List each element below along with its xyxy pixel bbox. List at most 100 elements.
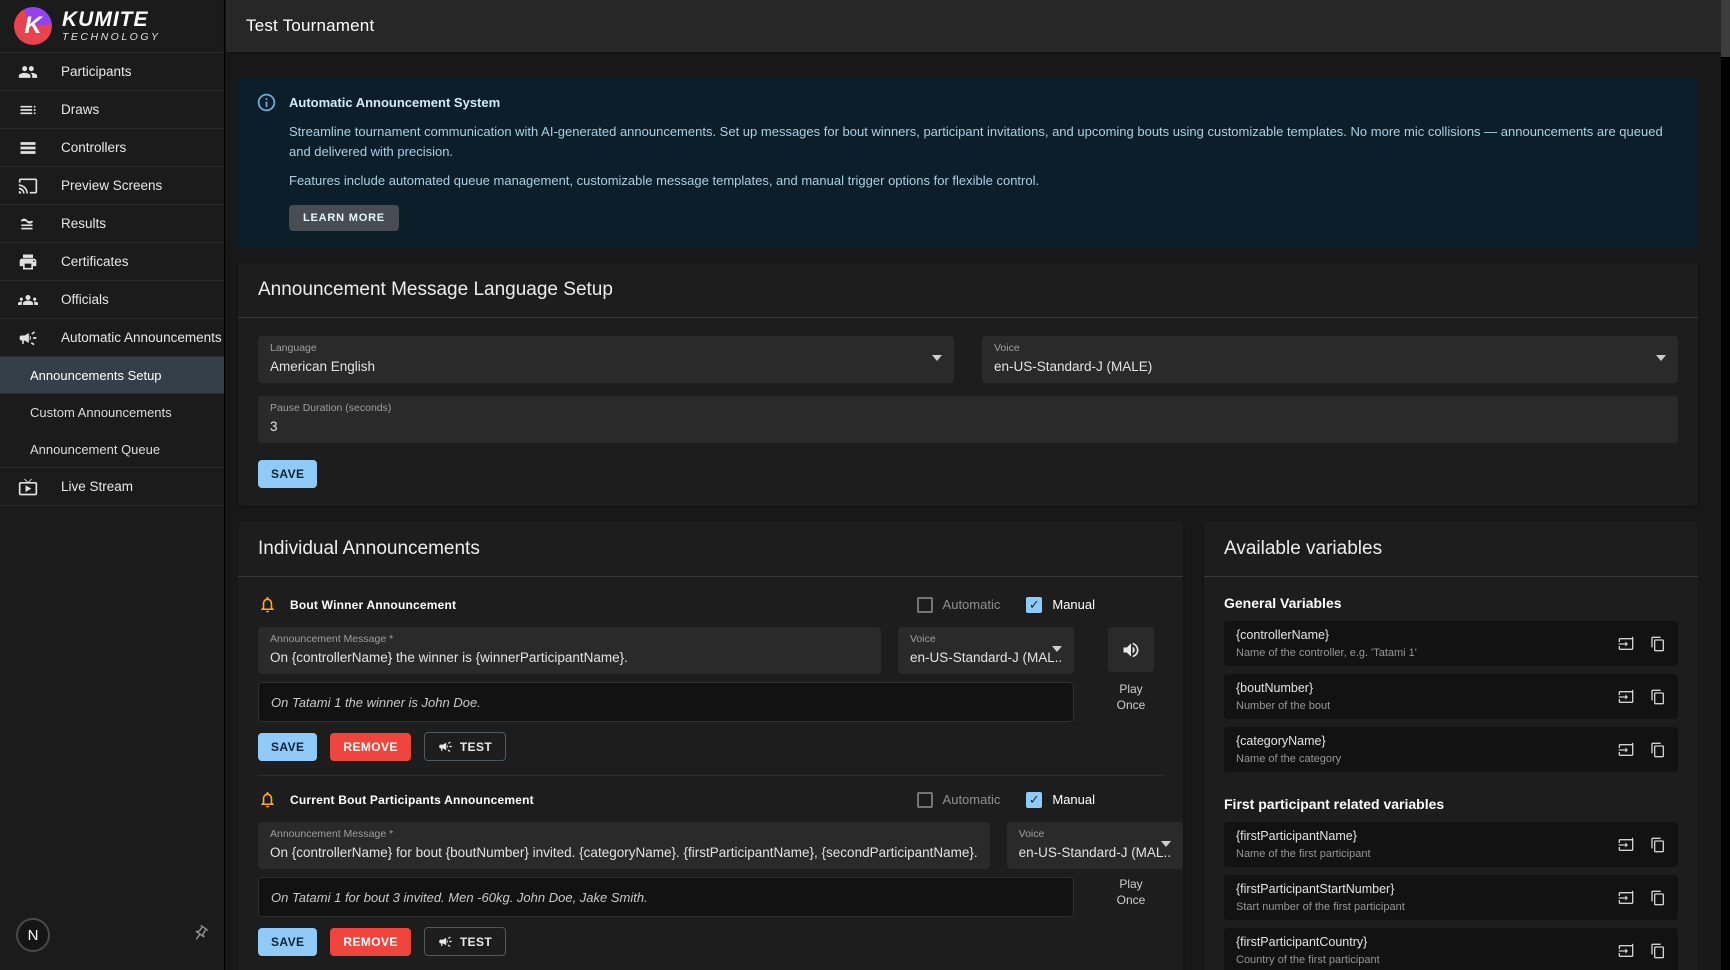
pin-icon[interactable] (185, 920, 213, 949)
announcement-save-button[interactable]: SAVE (258, 733, 317, 761)
sidebar-item-participants[interactable]: Participants (0, 53, 224, 91)
language-setup-card: Announcement Message Language Setup Lang… (238, 263, 1698, 506)
copy-icon[interactable] (1650, 837, 1666, 853)
insert-variable-icon[interactable] (1618, 689, 1634, 705)
sidebar-item-live-stream[interactable]: Live Stream (0, 468, 224, 506)
megaphone-icon (438, 739, 453, 754)
language-select-value: American English (270, 357, 942, 376)
variable-name: {categoryName} (1236, 734, 1618, 749)
list-icon (17, 99, 39, 121)
language-select-label: Language (270, 342, 942, 355)
announcement-message-input[interactable]: Announcement Message * On {controllerNam… (258, 627, 881, 674)
variable-name: {controllerName} (1236, 628, 1618, 643)
megaphone-icon (17, 327, 39, 349)
sidebar-subitem-announcement-queue[interactable]: Announcement Queue (0, 431, 224, 468)
sidebar-subitem-custom-announcements[interactable]: Custom Announcements (0, 394, 224, 431)
sidebar-item-certificates[interactable]: Certificates (0, 243, 224, 281)
language-setup-save-button[interactable]: SAVE (258, 460, 317, 488)
content: Automatic Announcement System Streamline… (238, 78, 1698, 970)
manual-checkbox[interactable]: ✓ Manual (1026, 792, 1095, 808)
play-once-caption: Play Once (1108, 681, 1154, 713)
manual-checkbox-label: Manual (1052, 792, 1095, 807)
automatic-checkbox-label: Automatic (943, 597, 1001, 612)
avatar[interactable]: N (16, 918, 50, 952)
voice-select[interactable]: Voice en-US-Standard-J (MALE) (982, 336, 1678, 383)
checkbox-unchecked-icon (917, 597, 933, 613)
announcement-remove-button[interactable]: REMOVE (330, 928, 410, 956)
variable-row-bout-number: {boutNumber} Number of the bout (1224, 674, 1678, 719)
sidebar-item-results[interactable]: Results (0, 205, 224, 243)
sidebar-item-label: Results (61, 216, 106, 231)
insert-variable-icon[interactable] (1618, 636, 1634, 652)
brand-logo[interactable]: K KUMITE TECHNOLOGY (0, 0, 224, 53)
announcement-save-button[interactable]: SAVE (258, 928, 317, 956)
available-variables-card: Available variables General Variables {c… (1204, 522, 1698, 970)
sidebar-item-label: Officials (61, 292, 109, 307)
sidebar-item-label: Certificates (61, 254, 129, 269)
sidebar-item-label: Controllers (61, 140, 126, 155)
sidebar-subitem-announcements-setup[interactable]: Announcements Setup (0, 357, 224, 394)
language-select[interactable]: Language American English (258, 336, 954, 383)
chevron-down-icon (1161, 841, 1171, 847)
bell-icon (258, 595, 277, 614)
copy-icon[interactable] (1650, 689, 1666, 705)
insert-variable-icon[interactable] (1618, 943, 1634, 959)
insert-variable-icon[interactable] (1618, 890, 1634, 906)
sidebar-item-controllers[interactable]: Controllers (0, 129, 224, 167)
sidebar-nav: Participants Draws Controllers Preview S… (0, 53, 224, 506)
sidebar-item-officials[interactable]: Officials (0, 281, 224, 319)
announcement-voice-select[interactable]: Voice en-US-Standard-J (MAL... (898, 627, 1074, 674)
insert-variable-icon[interactable] (1618, 837, 1634, 853)
voice-select-label: Voice (1019, 828, 1171, 841)
copy-icon[interactable] (1650, 943, 1666, 959)
announcement-remove-button[interactable]: REMOVE (330, 733, 410, 761)
voice-select-label: Voice (994, 342, 1666, 355)
sidebar: K KUMITE TECHNOLOGY Participants Draws C… (0, 0, 225, 970)
announcement-test-button[interactable]: TEST (424, 927, 506, 956)
variable-name: {firstParticipantStartNumber} (1236, 882, 1618, 897)
copy-icon[interactable] (1650, 890, 1666, 906)
sidebar-item-automatic-announcements[interactable]: Automatic Announcements (0, 319, 224, 357)
megaphone-icon (438, 934, 453, 949)
announcement-message-input[interactable]: Announcement Message * On {controllerNam… (258, 822, 990, 869)
scrollbar-thumb[interactable] (1721, 0, 1730, 57)
pause-duration-value: 3 (270, 417, 1666, 436)
chevron-down-icon (1052, 646, 1062, 652)
sidebar-item-preview-screens[interactable]: Preview Screens (0, 167, 224, 205)
sidebar-item-draws[interactable]: Draws (0, 91, 224, 129)
scrollbar-track[interactable] (1721, 0, 1730, 970)
language-setup-title: Announcement Message Language Setup (238, 263, 1698, 318)
announcement-test-button[interactable]: TEST (424, 732, 506, 761)
automatic-checkbox[interactable]: Automatic (917, 597, 1001, 613)
brand-text: KUMITE TECHNOLOGY (62, 9, 161, 43)
variable-row-controller-name: {controllerName} Name of the controller,… (1224, 621, 1678, 666)
pause-duration-field[interactable]: Pause Duration (seconds) 3 (258, 396, 1678, 443)
people-icon (17, 61, 39, 83)
copy-icon[interactable] (1650, 636, 1666, 652)
info-banner: Automatic Announcement System Streamline… (238, 78, 1698, 247)
automatic-checkbox[interactable]: Automatic (917, 792, 1001, 808)
copy-icon[interactable] (1650, 742, 1666, 758)
main-area: Test Tournament Automatic Announcement S… (226, 0, 1730, 970)
announcement-message-value: On {controllerName} the winner is {winne… (270, 648, 869, 667)
pause-duration-label: Pause Duration (seconds) (270, 402, 1666, 415)
announcement-message-value: On {controllerName} for bout {boutNumber… (270, 843, 978, 862)
variable-name: {boutNumber} (1236, 681, 1618, 696)
announcement-voice-select[interactable]: Voice en-US-Standard-J (MAL... (1007, 822, 1183, 869)
play-once-caption: Play Once (1108, 876, 1154, 908)
variable-row-first-participant-country: {firstParticipantCountry} Country of the… (1224, 928, 1678, 970)
manual-checkbox[interactable]: ✓ Manual (1026, 597, 1095, 613)
brand-tagline: TECHNOLOGY (62, 31, 161, 43)
avatar-letter: N (28, 927, 39, 944)
sidebar-item-label: Draws (61, 102, 99, 117)
insert-variable-icon[interactable] (1618, 742, 1634, 758)
checkbox-checked-icon: ✓ (1026, 597, 1042, 613)
live-tv-icon (17, 476, 39, 498)
variable-row-first-participant-start-number: {firstParticipantStartNumber} Start numb… (1224, 875, 1678, 920)
learn-more-button[interactable]: LEARN MORE (289, 205, 399, 231)
announcement-message-label: Announcement Message * (270, 633, 869, 646)
brand-name: KUMITE (62, 9, 161, 31)
rows-icon (17, 137, 39, 159)
sidebar-item-label: Preview Screens (61, 178, 162, 193)
play-once-button[interactable] (1108, 627, 1154, 672)
